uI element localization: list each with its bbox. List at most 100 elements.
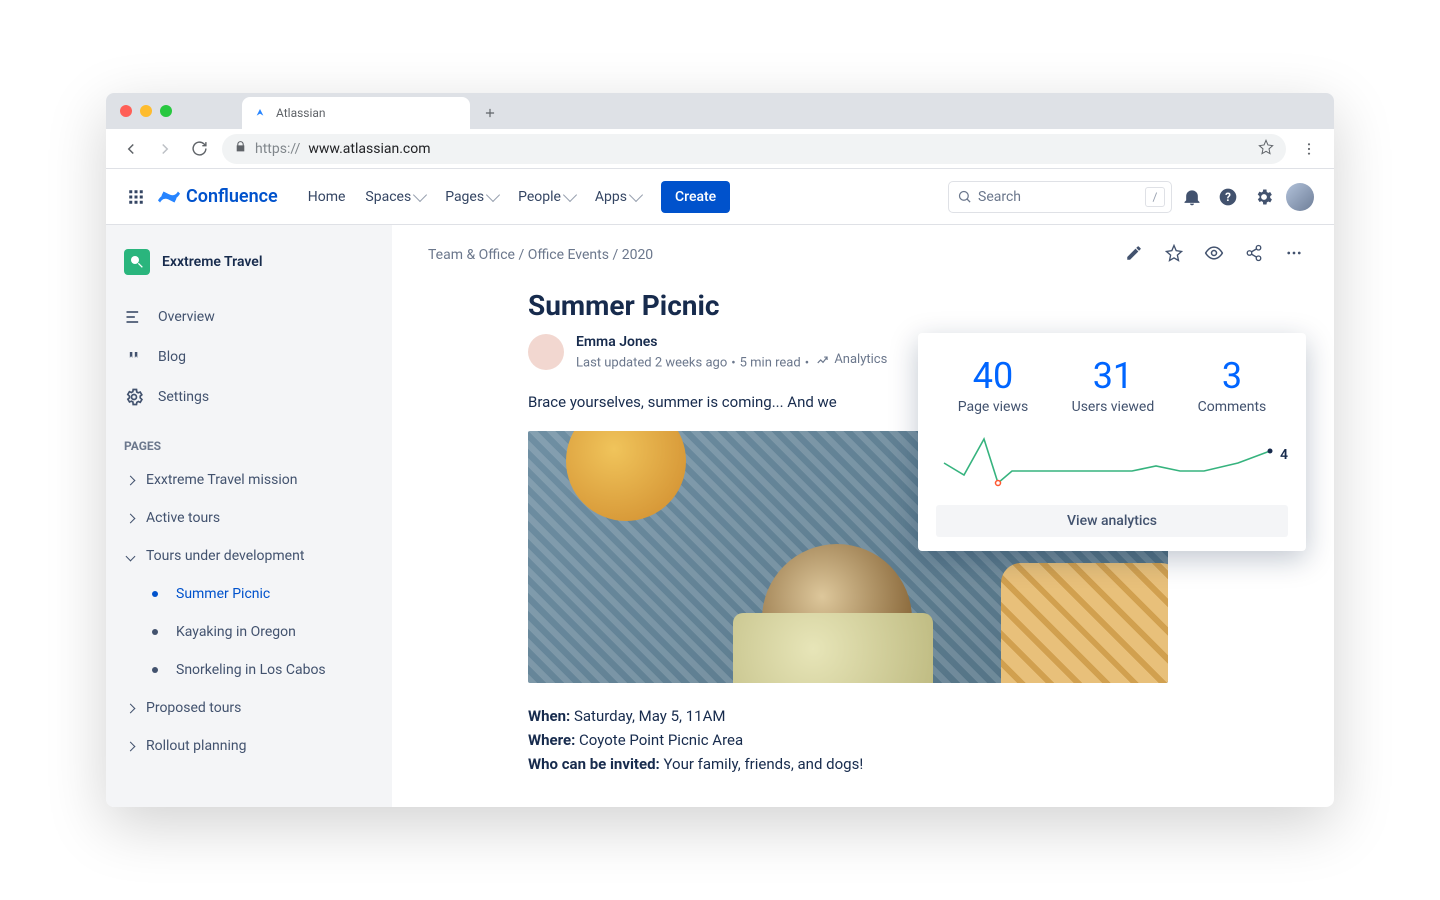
stat-comments: 3 Comments	[1198, 355, 1267, 415]
chevron-down-icon[interactable]	[124, 550, 136, 562]
window-close-icon[interactable]	[120, 105, 132, 117]
browser-reload-button[interactable]	[184, 134, 214, 164]
nav-spaces[interactable]: Spaces	[357, 183, 433, 211]
browser-tab[interactable]: Atlassian	[242, 97, 470, 129]
browser-tab-title: Atlassian	[276, 106, 326, 120]
atlassian-icon	[252, 105, 268, 121]
bullet-icon	[152, 591, 158, 597]
browser-forward-button[interactable]	[150, 134, 180, 164]
when-label: When:	[528, 707, 570, 725]
confluence-icon	[158, 186, 180, 208]
page-meta: Last updated 2 weeks ago•5 min read• Ana…	[576, 352, 887, 371]
sidebar: Exxtreme Travel Overview Blog Settings P…	[106, 225, 392, 807]
tree-item-summer-picnic[interactable]: Summer Picnic	[124, 575, 382, 613]
browser-back-button[interactable]	[116, 134, 146, 164]
author-avatar[interactable]	[528, 334, 564, 370]
breadcrumb-item[interactable]: 2020	[622, 247, 653, 263]
share-button[interactable]	[1242, 241, 1266, 265]
tree-item-kayaking[interactable]: Kayaking in Oregon	[124, 613, 382, 651]
browser-window: Atlassian https:// www.atlassian.com Conf…	[106, 93, 1334, 807]
tree-item-snorkeling[interactable]: Snorkeling in Los Cabos	[124, 651, 382, 689]
sidebar-item-settings[interactable]: Settings	[124, 377, 382, 417]
browser-urlbar[interactable]: https:// www.atlassian.com	[222, 134, 1286, 164]
analytics-popover: 40 Page views 31 Users viewed 3 Comments…	[918, 333, 1306, 551]
svg-text:?: ?	[1225, 190, 1231, 204]
url-protocol: https://	[255, 141, 300, 157]
profile-button[interactable]	[1284, 181, 1316, 213]
search-shortcut: /	[1145, 187, 1165, 207]
chevron-down-icon	[629, 187, 643, 201]
window-minimize-icon[interactable]	[140, 105, 152, 117]
nav-pages[interactable]: Pages	[437, 183, 506, 211]
browser-tabstrip: Atlassian	[106, 93, 1334, 129]
tree-item-mission[interactable]: Exxtreme Travel mission	[124, 461, 382, 499]
chevron-down-icon	[486, 187, 500, 201]
page-actions	[1122, 241, 1306, 265]
where-value: Coyote Point Picnic Area	[575, 731, 743, 749]
blog-icon	[124, 347, 144, 367]
app-header: Confluence Home Spaces Pages People Apps…	[106, 169, 1334, 225]
chevron-right-icon[interactable]	[124, 702, 136, 714]
bookmark-icon[interactable]	[1258, 139, 1274, 159]
star-button[interactable]	[1162, 241, 1186, 265]
page-details: When: Saturday, May 5, 11AM Where: Coyot…	[528, 707, 1168, 773]
browser-menu-button[interactable]	[1294, 141, 1324, 157]
tree-item-rollout[interactable]: Rollout planning	[124, 727, 382, 765]
space-header[interactable]: Exxtreme Travel	[124, 249, 382, 275]
create-button[interactable]: Create	[661, 181, 730, 213]
window-controls	[120, 93, 242, 129]
page-title: Summer Picnic	[528, 289, 1168, 322]
space-name: Exxtreme Travel	[162, 254, 262, 270]
tree-item-proposed[interactable]: Proposed tours	[124, 689, 382, 727]
chevron-right-icon[interactable]	[124, 474, 136, 486]
author-name[interactable]: Emma Jones	[576, 334, 887, 350]
tree-item-active-tours[interactable]: Active tours	[124, 499, 382, 537]
avatar-icon	[1286, 183, 1314, 211]
page-tree: Exxtreme Travel mission Active tours Tou…	[124, 461, 382, 765]
nav-people[interactable]: People	[510, 183, 583, 211]
bullet-icon	[152, 667, 158, 673]
nav-home[interactable]: Home	[300, 183, 354, 211]
settings-button[interactable]	[1248, 181, 1280, 213]
sidebar-pages-heading: PAGES	[124, 439, 382, 453]
new-tab-button[interactable]	[476, 99, 504, 127]
when-value: Saturday, May 5, 11AM	[570, 707, 725, 725]
chevron-down-icon	[563, 187, 577, 201]
sidebar-item-blog[interactable]: Blog	[124, 337, 382, 377]
window-maximize-icon[interactable]	[160, 105, 172, 117]
tree-item-tours-dev[interactable]: Tours under development	[124, 537, 382, 575]
view-analytics-button[interactable]: View analytics	[936, 505, 1288, 537]
gear-icon	[124, 387, 144, 407]
chart-icon	[816, 353, 830, 367]
breadcrumb-item[interactable]: Team & Office	[428, 247, 515, 263]
chevron-right-icon[interactable]	[124, 512, 136, 524]
more-actions-button[interactable]	[1282, 241, 1306, 265]
help-button[interactable]: ?	[1212, 181, 1244, 213]
nav-apps[interactable]: Apps	[587, 183, 649, 211]
product-name: Confluence	[186, 186, 278, 207]
notifications-button[interactable]	[1176, 181, 1208, 213]
edit-button[interactable]	[1122, 241, 1146, 265]
search-icon	[957, 189, 972, 204]
sidebar-item-overview[interactable]: Overview	[124, 297, 382, 337]
chevron-right-icon[interactable]	[124, 740, 136, 752]
who-label: Who can be invited:	[528, 755, 660, 773]
sparkline-chart	[936, 433, 1288, 493]
search-placeholder: Search	[978, 189, 1021, 205]
breadcrumb-item[interactable]: Office Events	[528, 247, 609, 263]
sparkline-current-value: 4	[1280, 447, 1288, 463]
search-input[interactable]: Search /	[948, 181, 1172, 213]
watch-button[interactable]	[1202, 241, 1226, 265]
overview-icon	[124, 307, 144, 327]
stat-page-views: 40 Page views	[958, 355, 1029, 415]
stat-users-viewed: 31 Users viewed	[1072, 355, 1155, 415]
app-switcher-button[interactable]	[124, 185, 148, 209]
confluence-logo[interactable]: Confluence	[158, 186, 278, 208]
url-host: www.atlassian.com	[308, 141, 430, 157]
bullet-icon	[152, 629, 158, 635]
lock-icon	[234, 140, 247, 157]
browser-toolbar: https:// www.atlassian.com	[106, 129, 1334, 169]
analytics-sparkline: 4	[936, 433, 1288, 493]
analytics-link[interactable]: Analytics	[816, 352, 887, 367]
where-label: Where:	[528, 731, 575, 749]
